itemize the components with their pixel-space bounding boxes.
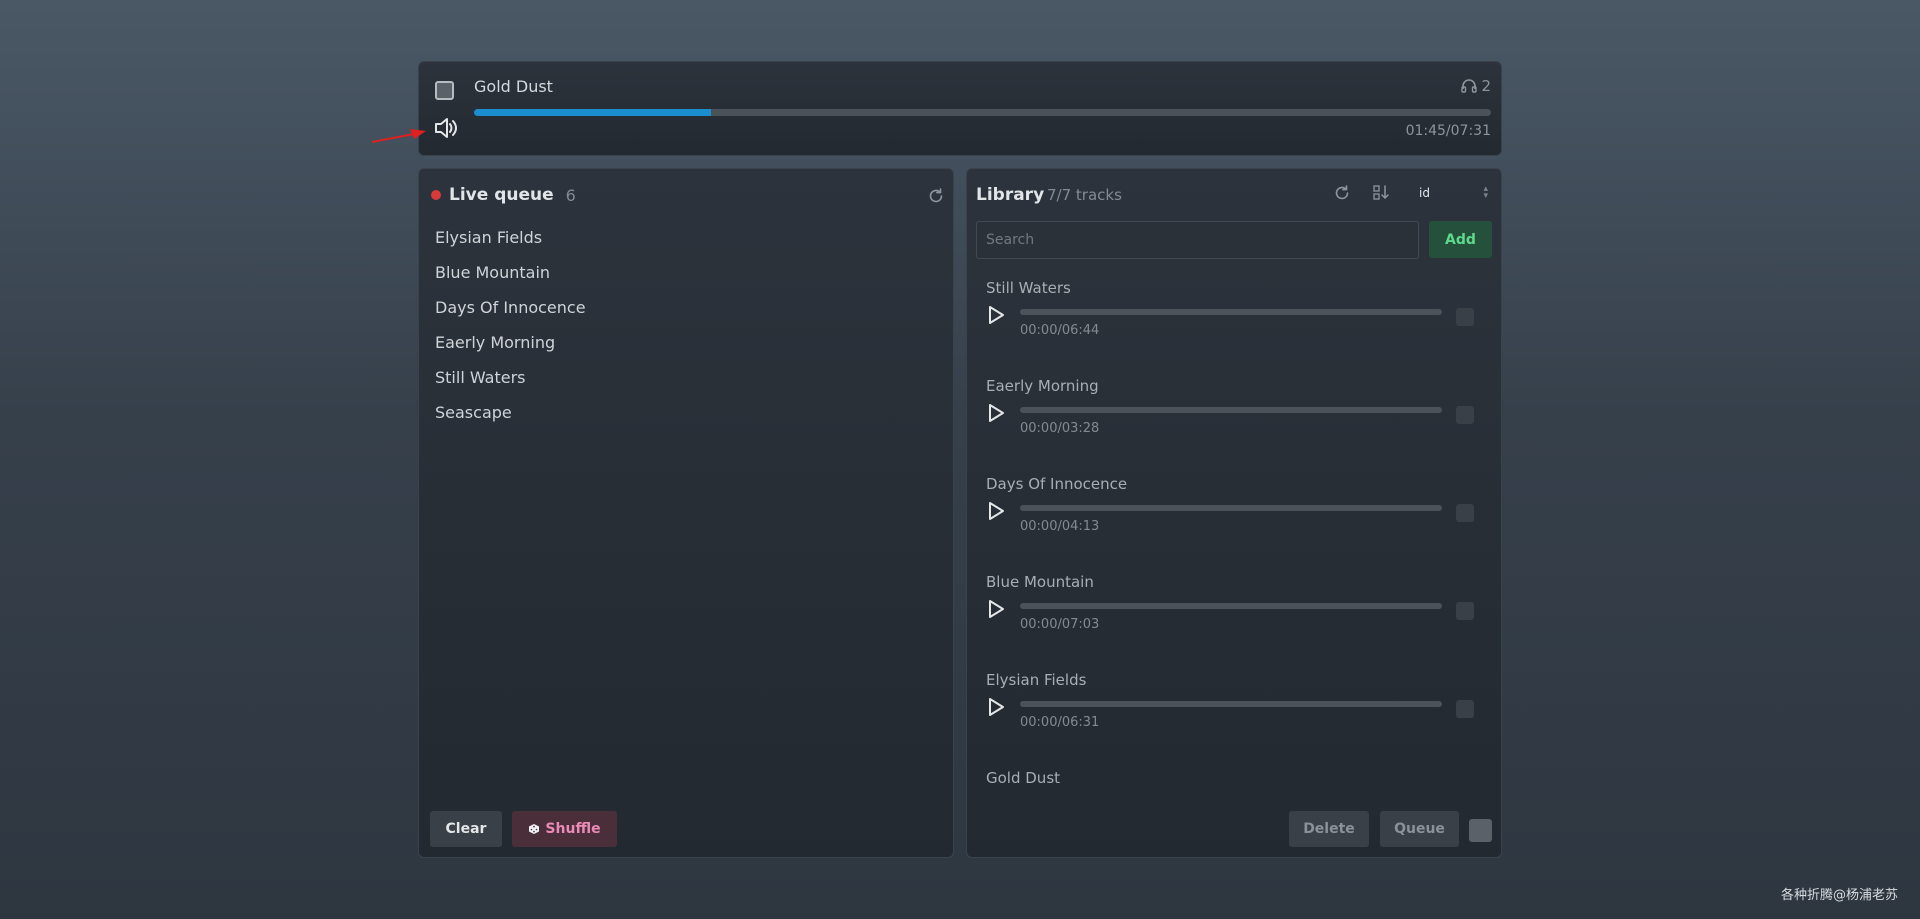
watermark: 各种折腾@杨浦老苏 bbox=[1780, 888, 1898, 903]
live-queue-panel: Live queue 6 Elysian Fields Blue Mountai… bbox=[418, 168, 954, 858]
track-progress[interactable] bbox=[1020, 309, 1442, 315]
headphones-icon bbox=[1461, 79, 1478, 93]
refresh-library-icon[interactable] bbox=[1333, 184, 1351, 202]
select-caret-icon: ▴ ▾ bbox=[1483, 184, 1488, 201]
playback-time: 01:45/07:31 bbox=[1405, 123, 1491, 139]
track-time: 00:00/04:13 bbox=[1020, 519, 1100, 534]
library-title: Library bbox=[976, 185, 1045, 205]
search-input[interactable] bbox=[976, 221, 1419, 259]
queue-item[interactable]: Elysian Fields bbox=[435, 227, 586, 262]
play-icon[interactable] bbox=[986, 402, 1006, 424]
track-checkbox[interactable] bbox=[1456, 406, 1474, 424]
player-panel: Gold Dust 2 01:45/07:31 bbox=[418, 61, 1502, 156]
library-panel: Library 7/7 tracks id ▴▾ Add Still Water… bbox=[966, 168, 1502, 858]
track-item: Gold Dust bbox=[976, 769, 1486, 794]
track-title: Eaerly Morning bbox=[986, 377, 1099, 395]
stop-button[interactable] bbox=[435, 81, 454, 100]
track-title: Elysian Fields bbox=[986, 671, 1087, 689]
track-checkbox[interactable] bbox=[1456, 700, 1474, 718]
track-progress[interactable] bbox=[1020, 407, 1442, 413]
live-indicator bbox=[431, 190, 441, 200]
queue-list: Elysian Fields Blue Mountain Days Of Inn… bbox=[435, 227, 586, 437]
playback-progress[interactable] bbox=[474, 109, 1491, 116]
track-list: Still Waters 00:00/06:44 Eaerly Morning … bbox=[976, 279, 1486, 794]
queue-item[interactable]: Eaerly Morning bbox=[435, 332, 586, 367]
refresh-queue-icon[interactable] bbox=[927, 187, 945, 205]
track-item: Eaerly Morning 00:00/03:28 bbox=[976, 377, 1486, 475]
volume-icon[interactable] bbox=[433, 116, 459, 140]
track-checkbox[interactable] bbox=[1456, 308, 1474, 326]
track-time: 00:00/06:44 bbox=[1020, 323, 1100, 338]
sort-icon[interactable] bbox=[1372, 184, 1390, 202]
library-count: 7/7 tracks bbox=[1047, 186, 1122, 204]
track-checkbox[interactable] bbox=[1456, 504, 1474, 522]
queue-count: 6 bbox=[565, 185, 576, 205]
track-item: Still Waters 00:00/06:44 bbox=[976, 279, 1486, 377]
delete-button[interactable]: Delete bbox=[1289, 811, 1369, 847]
select-all-checkbox[interactable] bbox=[1469, 819, 1492, 842]
play-icon[interactable] bbox=[986, 598, 1006, 620]
queue-item[interactable]: Blue Mountain bbox=[435, 262, 586, 297]
track-item: Days Of Innocence 00:00/04:13 bbox=[976, 475, 1486, 573]
play-icon[interactable] bbox=[986, 500, 1006, 522]
track-title: Gold Dust bbox=[986, 769, 1061, 787]
track-progress[interactable] bbox=[1020, 505, 1442, 511]
track-item: Elysian Fields 00:00/06:31 bbox=[976, 671, 1486, 769]
queue-header: Live queue 6 bbox=[431, 185, 576, 205]
track-title: Days Of Innocence bbox=[986, 475, 1128, 493]
play-icon[interactable] bbox=[986, 696, 1006, 718]
listeners-number: 2 bbox=[1481, 77, 1491, 95]
shuffle-button[interactable]: Shuffle bbox=[512, 811, 617, 847]
queue-item[interactable]: Days Of Innocence bbox=[435, 297, 586, 332]
shuffle-label: Shuffle bbox=[545, 821, 601, 837]
dice-icon bbox=[529, 824, 540, 834]
track-time: 00:00/07:03 bbox=[1020, 617, 1100, 632]
track-checkbox[interactable] bbox=[1456, 602, 1474, 620]
track-progress[interactable] bbox=[1020, 701, 1442, 707]
track-title: Still Waters bbox=[986, 279, 1071, 297]
track-progress[interactable] bbox=[1020, 603, 1442, 609]
now-playing-title: Gold Dust bbox=[474, 77, 553, 96]
queue-title: Live queue bbox=[449, 185, 554, 205]
queue-button[interactable]: Queue bbox=[1380, 811, 1459, 847]
queue-item[interactable]: Still Waters bbox=[435, 367, 586, 402]
listeners-count: 2 bbox=[1461, 77, 1491, 95]
clear-button[interactable]: Clear bbox=[430, 811, 502, 847]
sort-select[interactable]: id ▴ ▾ bbox=[1410, 181, 1494, 205]
annotation-arrow bbox=[371, 129, 426, 143]
play-icon[interactable] bbox=[986, 304, 1006, 326]
add-button[interactable]: Add bbox=[1429, 221, 1492, 258]
track-title: Blue Mountain bbox=[986, 573, 1094, 591]
track-item: Blue Mountain 00:00/07:03 bbox=[976, 573, 1486, 671]
queue-item[interactable]: Seascape bbox=[435, 402, 586, 437]
track-time: 00:00/06:31 bbox=[1020, 715, 1100, 730]
track-time: 00:00/03:28 bbox=[1020, 421, 1100, 436]
playback-progress-fill bbox=[474, 109, 711, 116]
sort-select-value: id bbox=[1419, 186, 1430, 200]
